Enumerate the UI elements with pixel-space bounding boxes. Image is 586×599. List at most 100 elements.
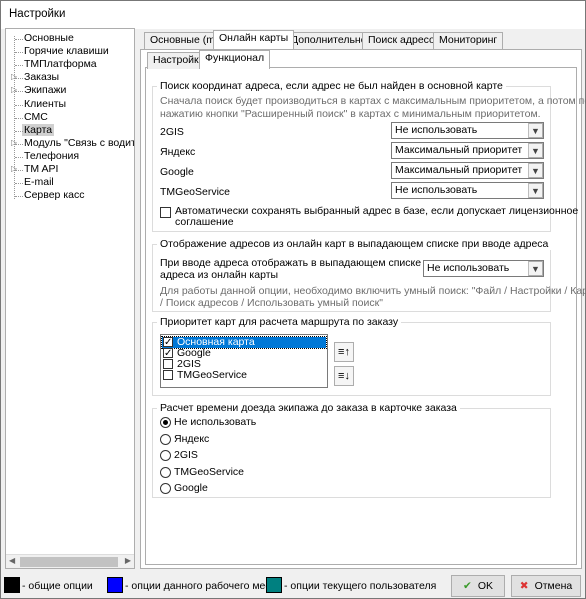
settings-tree[interactable]: Основные Горячие клавиши ТМПлатформа Заказы… [5, 28, 135, 569]
legend-workstation-label: - опции данного рабочего места [125, 580, 282, 592]
time-group-title: Расчет времени доезда экипажа до заказа … [157, 402, 460, 414]
tree-item[interactable]: Телефония [22, 150, 81, 163]
autosave-checkbox[interactable] [160, 207, 171, 218]
tree-item-label: Модуль "Связь с водителя [24, 136, 134, 149]
time-option-label[interactable]: Не использовать [174, 416, 256, 428]
combo-tmgeo-value: Не использовать [395, 184, 478, 196]
time-option-label[interactable]: 2GIS [174, 449, 198, 461]
priority-list-item[interactable]: TMGeoService [162, 370, 326, 381]
tab-online-maps[interactable]: Онлайн карты [213, 30, 295, 49]
checkmark-icon: ✔ [463, 580, 472, 592]
display-hint-line2: / Поиск адресов / Использовать умный пои… [160, 297, 383, 309]
time-option-radio[interactable] [160, 433, 171, 445]
move-down-icon: ≡↓ [338, 370, 350, 382]
legend-workstation-swatch [107, 577, 123, 593]
chevron-down-icon[interactable]: ▼ [528, 183, 543, 198]
tree-connector [15, 183, 23, 185]
ok-button[interactable]: ✔ OK [451, 575, 505, 597]
tree-item-label: E-mail [24, 176, 54, 189]
time-option-radio[interactable] [160, 417, 171, 428]
search-hint-line1: Сначала поиск будет производиться в карт… [160, 95, 586, 107]
tree-item-label: Заказы [24, 71, 60, 84]
combo-display-value: Не использовать [427, 262, 510, 274]
combo-google[interactable]: Максимальный приоритет ▼ [391, 162, 544, 179]
priority-item-checkbox[interactable]: ✓ [163, 337, 173, 348]
display-group-title: Отображение адресов из онлайн карт в вып… [157, 238, 552, 250]
priority-item-checkbox[interactable]: ✓ [163, 348, 173, 359]
tree-item-label: Сервер касс [24, 189, 85, 202]
priority-list[interactable]: ✓ Основная карта ✓ Google 2GIS TMGeoService [160, 334, 328, 388]
display-label-line2: адреса из онлайн карты [160, 269, 279, 281]
chevron-down-icon[interactable]: ▼ [528, 163, 543, 178]
tree-item-label: СМС [24, 110, 48, 123]
ok-label: OK [477, 580, 493, 592]
window-title: Настройки [1, 1, 585, 29]
row-tmgeo-label: TMGeoService [160, 186, 231, 198]
tree-item[interactable]: E-mail [22, 176, 56, 189]
cancel-button[interactable]: ✖ Отмена [511, 575, 581, 597]
tree-item[interactable]: Экипажи [22, 84, 68, 97]
combo-2gis[interactable]: Не использовать ▼ [391, 122, 544, 139]
display-label-line1: При вводе адреса отображать в выпадающем… [160, 257, 422, 269]
time-option-label[interactable]: TMGeoService [174, 466, 244, 478]
tree-connector [15, 117, 23, 119]
expand-arrow-icon[interactable]: ▷ [11, 72, 17, 81]
tree-item[interactable]: ТМПлатформа [22, 58, 99, 71]
tree-horizontal-scrollbar[interactable]: ◀ ▶ [6, 554, 134, 568]
tree-item[interactable]: Клиенты [22, 98, 68, 111]
tree-item[interactable]: Модуль "Связь с водителя [22, 136, 134, 150]
autosave-label-line1: Автоматически сохранять выбранный адрес … [175, 205, 579, 217]
tree-item-label: TM API [24, 163, 59, 175]
priority-item-checkbox[interactable] [163, 359, 173, 369]
priority-item-checkbox[interactable] [163, 370, 173, 380]
tab-monitoring[interactable]: Мониторинг [433, 32, 504, 49]
row-2gis-label: 2GIS [160, 126, 184, 138]
display-hint-line1: Для работы данной опции, необходимо вклю… [160, 285, 586, 297]
tree-item-label: Карта [22, 123, 55, 136]
priority-item-label: TMGeoService [177, 369, 248, 381]
legend-user-swatch [266, 577, 282, 593]
tree-connector [15, 52, 23, 54]
combo-yandex-value: Максимальный приоритет [395, 144, 523, 156]
tree-item[interactable]: TM API [22, 163, 60, 176]
tree-item-label: Экипажи [24, 84, 67, 97]
time-option-radio[interactable] [160, 466, 171, 478]
move-up-button[interactable]: ≡↑ [334, 342, 354, 362]
tree-item[interactable]: Карта [22, 123, 55, 137]
legend-user-label: - опции текущего пользователя [284, 580, 437, 592]
scroll-thumb[interactable] [20, 557, 118, 567]
move-up-icon: ≡↑ [338, 346, 350, 358]
time-option-label[interactable]: Google [174, 482, 208, 494]
tree-item[interactable]: СМС [22, 111, 50, 124]
tree-item[interactable]: Горячие клавиши [22, 45, 111, 58]
subtab-functional[interactable]: Функционал [199, 50, 271, 69]
tree-item[interactable]: Заказы [22, 71, 61, 84]
search-group-title: Поиск координат адреса, если адрес не бы… [157, 80, 506, 92]
tree-item-label: Телефония [24, 149, 80, 162]
tree-connector [15, 104, 23, 106]
tree-item[interactable]: Сервер касс [22, 189, 86, 202]
time-option-label[interactable]: Яндекс [174, 433, 209, 445]
scroll-right-icon[interactable]: ▶ [125, 556, 131, 565]
expand-arrow-icon[interactable]: ▷ [11, 164, 17, 173]
combo-tmgeo[interactable]: Не использовать ▼ [391, 182, 544, 199]
tree-connector [15, 156, 23, 158]
expand-arrow-icon[interactable]: ▷ [11, 85, 17, 94]
chevron-down-icon[interactable]: ▼ [528, 123, 543, 138]
tab-additional[interactable]: Дополнительно [285, 32, 373, 49]
chevron-down-icon[interactable]: ▼ [528, 143, 543, 158]
combo-yandex[interactable]: Максимальный приоритет ▼ [391, 142, 544, 159]
chevron-down-icon[interactable]: ▼ [528, 261, 543, 276]
tree-item-label: Клиенты [24, 97, 67, 110]
combo-display[interactable]: Не использовать ▼ [423, 260, 544, 277]
expand-arrow-icon[interactable]: ▷ [11, 138, 17, 147]
tree-item[interactable]: Основные [22, 32, 76, 45]
scroll-left-icon[interactable]: ◀ [9, 556, 15, 565]
tree-connector [15, 130, 23, 132]
row-google-label: Google [160, 166, 194, 178]
cancel-label: Отмена [534, 580, 573, 592]
move-down-button[interactable]: ≡↓ [334, 366, 354, 386]
tree-item-label: Горячие клавиши [24, 45, 109, 58]
tree-connector [15, 65, 23, 67]
tree-item-label: ТМПлатформа [24, 58, 97, 71]
